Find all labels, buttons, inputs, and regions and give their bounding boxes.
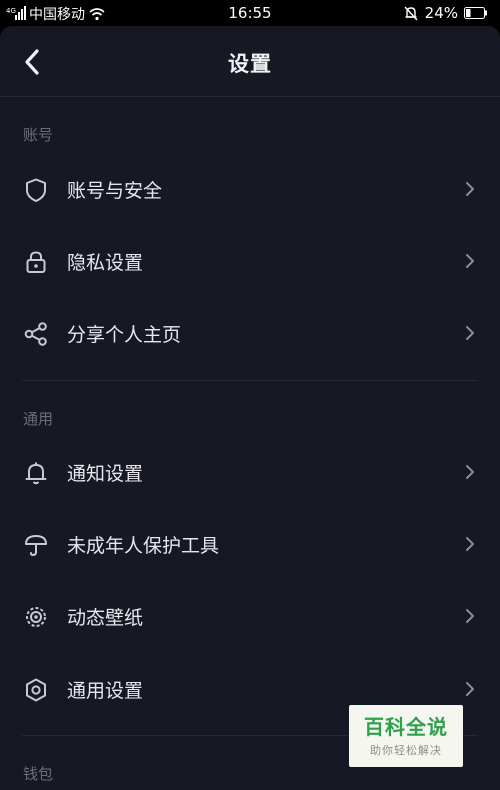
lock-icon	[22, 248, 50, 276]
section-header-wallet: 钱包	[23, 765, 54, 783]
bell-off-icon	[404, 6, 418, 21]
chevron-right-icon	[466, 182, 474, 196]
menu-item-privacy[interactable]: 隐私设置	[0, 229, 500, 293]
chevron-right-icon	[466, 537, 474, 551]
status-right: 24%	[403, 4, 488, 22]
menu-item-label: 账号与安全	[67, 180, 163, 202]
section-header-account: 账号	[23, 126, 54, 144]
nav-bar: 设置	[0, 26, 500, 97]
menu-item-account-security[interactable]: 账号与安全	[0, 157, 500, 221]
watermark-title: 百科全说	[364, 715, 448, 739]
menu-item-minor-protection[interactable]: 未成年人保护工具	[0, 512, 500, 576]
battery-percentage: 24%	[424, 4, 458, 22]
settings-screen: 设置 账号 账号与安全 隐私设置 分享个人主页 通用 通知设置 未成年人保护工具…	[0, 26, 500, 790]
shield-icon	[22, 176, 50, 204]
baike-watermark-logo: 百科全说 助你轻松解决	[349, 705, 463, 767]
menu-item-label: 隐私设置	[67, 252, 144, 274]
menu-item-label: 通知设置	[67, 463, 144, 485]
menu-item-label: 通用设置	[67, 680, 144, 702]
chevron-right-icon	[466, 254, 474, 268]
umbrella-icon	[22, 531, 50, 559]
wallpaper-icon	[22, 603, 50, 631]
menu-item-live-wallpaper[interactable]: 动态壁纸	[0, 584, 500, 648]
menu-item-label: 未成年人保护工具	[67, 535, 220, 557]
page-title: 设置	[228, 52, 272, 76]
chevron-right-icon	[466, 326, 474, 340]
status-bar: 4G 中国移动 16:55 24%	[0, 0, 500, 26]
watermark-subtitle: 助你轻松解决	[370, 744, 442, 757]
chevron-right-icon	[466, 465, 474, 479]
chevron-right-icon	[466, 682, 474, 696]
section-header-general: 通用	[23, 410, 54, 428]
menu-item-notifications[interactable]: 通知设置	[0, 440, 500, 504]
chevron-right-icon	[466, 609, 474, 623]
menu-item-share-profile[interactable]: 分享个人主页	[0, 301, 500, 365]
section-divider	[22, 380, 478, 381]
menu-item-label: 分享个人主页	[67, 324, 182, 346]
menu-item-label: 动态壁纸	[67, 607, 144, 629]
bell-icon	[22, 459, 50, 487]
share-icon	[22, 320, 50, 348]
hexagon-settings-icon	[22, 676, 50, 704]
battery-icon	[464, 7, 487, 19]
